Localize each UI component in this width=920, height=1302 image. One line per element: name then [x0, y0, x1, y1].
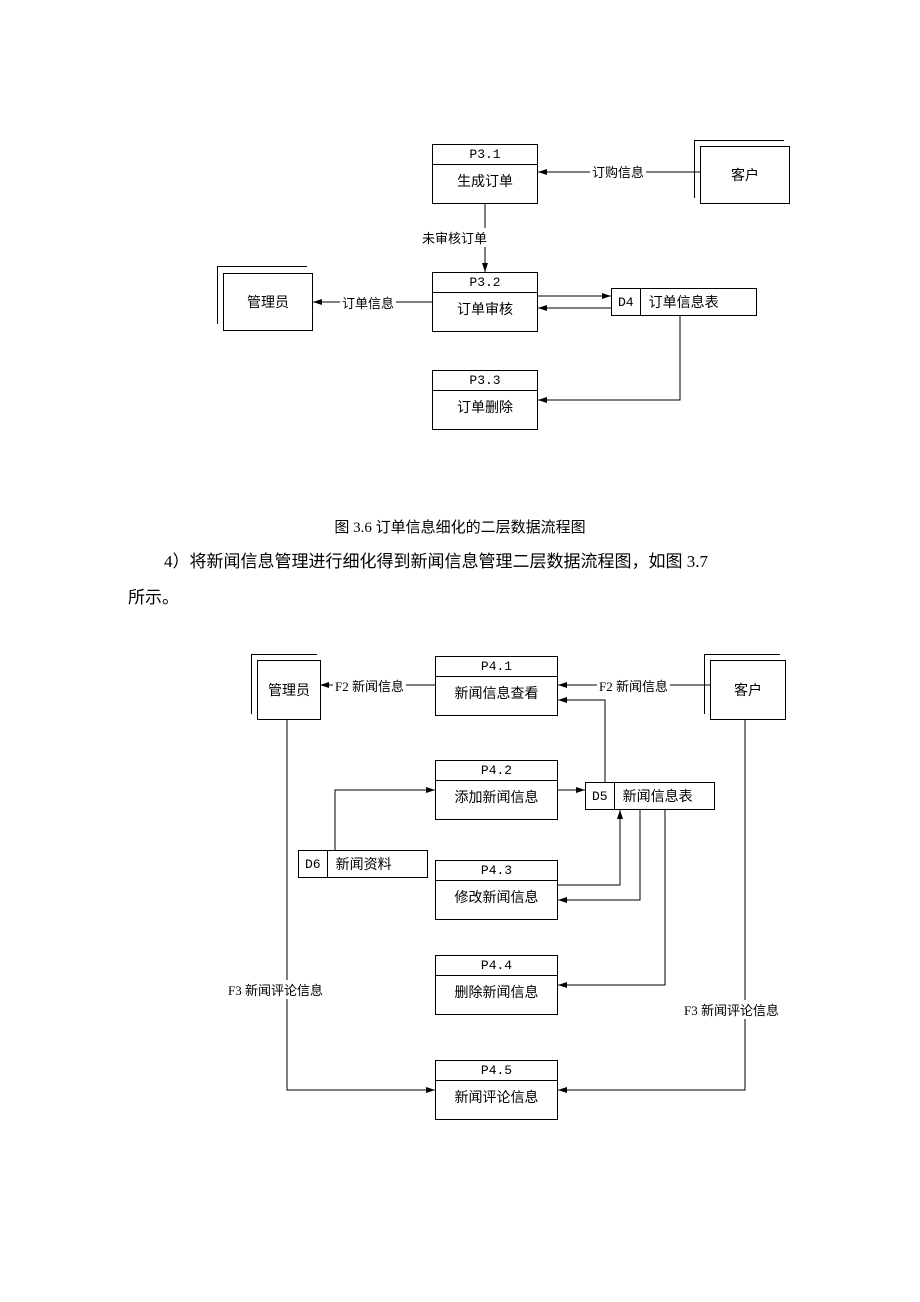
process-p44-name: 删除新闻信息 — [436, 976, 557, 1008]
process-p43-code: P4.3 — [436, 861, 557, 881]
entity-admin2-label: 管理员 — [268, 680, 310, 700]
process-p41-name: 新闻信息查看 — [436, 677, 557, 709]
entity-customer2-label: 客户 — [734, 680, 762, 700]
process-p42-name: 添加新闻信息 — [436, 781, 557, 813]
process-p31-code: P3.1 — [433, 145, 537, 165]
process-p32-name: 订单审核 — [433, 293, 537, 325]
entity-admin: 管理员 — [223, 273, 313, 331]
page: 客户 P3.1 生成订单 管理员 P3.2 订单审核 D4 订单信息表 P3.3… — [0, 0, 920, 1302]
datastore-d5: D5 新闻信息表 — [585, 782, 715, 810]
flow-f3a: F3 新闻评论信息 — [226, 980, 325, 999]
body-line2: 所示。 — [128, 582, 179, 614]
flow-unreviewed: 未审核订单 — [420, 228, 489, 247]
flow-f2b: F2 新闻信息 — [597, 676, 670, 695]
process-p41: P4.1 新闻信息查看 — [435, 656, 558, 716]
process-p44-code: P4.4 — [436, 956, 557, 976]
process-p42-code: P4.2 — [436, 761, 557, 781]
flow-order-info-in: 订购信息 — [590, 162, 646, 181]
process-p33: P3.3 订单删除 — [432, 370, 538, 430]
process-p42: P4.2 添加新闻信息 — [435, 760, 558, 820]
datastore-d4-code: D4 — [612, 289, 641, 315]
datastore-d4-name: 订单信息表 — [641, 289, 727, 315]
entity-customer: 客户 — [700, 146, 790, 204]
process-p33-code: P3.3 — [433, 371, 537, 391]
process-p32: P3.2 订单审核 — [432, 272, 538, 332]
datastore-d5-name: 新闻信息表 — [615, 783, 701, 809]
entity-customer-label: 客户 — [731, 165, 759, 185]
datastore-d5-code: D5 — [586, 783, 615, 809]
datastore-d4: D4 订单信息表 — [611, 288, 757, 316]
process-p32-code: P3.2 — [433, 273, 537, 293]
process-p41-code: P4.1 — [436, 657, 557, 677]
entity-admin-label: 管理员 — [247, 292, 289, 312]
entity-admin2: 管理员 — [257, 660, 321, 720]
process-p45-name: 新闻评论信息 — [436, 1081, 557, 1113]
process-p45-code: P4.5 — [436, 1061, 557, 1081]
process-p43: P4.3 修改新闻信息 — [435, 860, 558, 920]
process-p31: P3.1 生成订单 — [432, 144, 538, 204]
datastore-d6-code: D6 — [299, 851, 328, 877]
body-line1: 4）将新闻信息管理进行细化得到新闻信息管理二层数据流程图，如图 3.7 — [164, 546, 708, 578]
process-p43-name: 修改新闻信息 — [436, 881, 557, 913]
flow-f2a: F2 新闻信息 — [333, 676, 406, 695]
datastore-d6: D6 新闻资料 — [298, 850, 428, 878]
process-p45: P4.5 新闻评论信息 — [435, 1060, 558, 1120]
flow-order-info-out: 订单信息 — [340, 293, 396, 312]
process-p31-name: 生成订单 — [433, 165, 537, 197]
entity-customer2: 客户 — [710, 660, 786, 720]
datastore-d6-name: 新闻资料 — [328, 851, 400, 877]
diagram1-caption: 图 3.6 订单信息细化的二层数据流程图 — [0, 516, 920, 537]
flow-f3b: F3 新闻评论信息 — [682, 1000, 781, 1019]
process-p44: P4.4 删除新闻信息 — [435, 955, 558, 1015]
process-p33-name: 订单删除 — [433, 391, 537, 423]
